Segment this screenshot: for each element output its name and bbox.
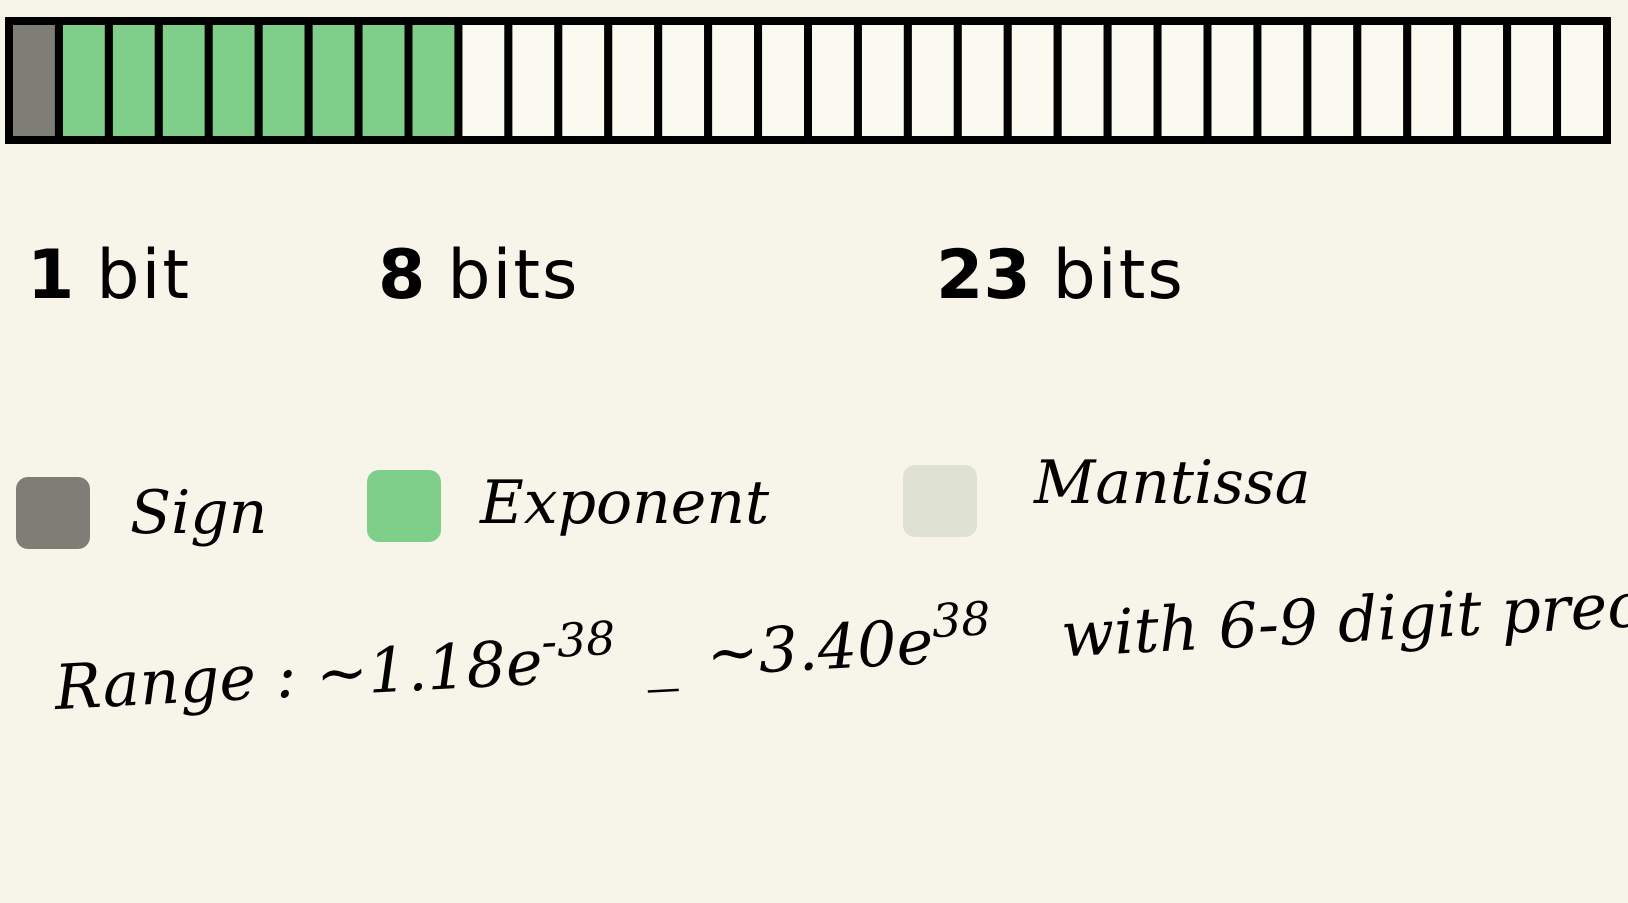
mantissa-bit-cell-25 (1253, 17, 1312, 144)
mantissa-bit-cell-26 (1303, 17, 1362, 144)
exponent-bit-cell-3 (154, 17, 213, 144)
exponent-bit-cell-5 (254, 17, 313, 144)
mantissa-legend-label: Mantissa (1034, 448, 1311, 518)
mantissa-bit-cell-15 (754, 17, 812, 144)
mantissa-bit-cell-30 (1503, 17, 1562, 144)
mantissa-bit-cell-12 (604, 17, 663, 144)
range-separator: _ (644, 618, 679, 694)
range-high-exponent: 38 (930, 591, 992, 649)
exponent-bit-cell-4 (204, 17, 263, 144)
sign-bit-cell-0 (5, 17, 63, 144)
range-low-exponent: -38 (539, 610, 617, 669)
range-low-base: ~1.18e (314, 625, 545, 711)
mantissa-bit-count-unit: bits (1052, 236, 1185, 315)
mantissa-bit-cell-14 (704, 17, 763, 144)
mantissa-bit-cell-31 (1553, 17, 1611, 144)
range-text: Range : ~1.18e-38 _ ~3.40e38 with 6-9 di… (52, 560, 1628, 790)
exponent-bit-count: 8 bits (378, 236, 579, 316)
sign-bit-count-number: 1 (27, 236, 75, 315)
mantissa-bit-cell-28 (1403, 17, 1462, 144)
mantissa-bit-count-number: 23 (936, 236, 1031, 315)
mantissa-bit-cell-27 (1353, 17, 1412, 144)
exponent-bit-cell-8 (404, 17, 463, 144)
sign-swatch (16, 477, 90, 549)
exponent-bit-cell-6 (304, 17, 363, 144)
mantissa-bit-cell-29 (1453, 17, 1512, 144)
sign-bit-count: 1 bit (27, 236, 191, 316)
mantissa-bit-count: 23 bits (936, 236, 1185, 316)
bit-layout-bar (5, 17, 1611, 144)
sign-bit-count-unit: bit (96, 236, 192, 315)
exponent-bit-cell-7 (354, 17, 413, 144)
exponent-swatch (367, 470, 441, 542)
mantissa-bit-cell-13 (654, 17, 713, 144)
mantissa-bit-cell-17 (853, 17, 912, 144)
range-high-base: ~3.40e (704, 605, 935, 690)
range-precision: with 6-9 digit precision (1059, 560, 1628, 672)
exponent-bit-count-unit: bits (447, 236, 580, 315)
exponent-bit-cell-1 (54, 17, 113, 144)
mantissa-bit-cell-22 (1103, 17, 1162, 144)
mantissa-bit-cell-10 (504, 17, 563, 144)
mantissa-bit-cell-20 (1003, 17, 1062, 144)
mantissa-bit-cell-23 (1153, 17, 1212, 144)
exponent-bit-count-number: 8 (378, 236, 426, 315)
sign-legend-label: Sign (130, 478, 268, 548)
mantissa-bit-cell-24 (1203, 17, 1262, 144)
bit-cells (5, 17, 1611, 144)
mantissa-bit-cell-9 (454, 17, 513, 144)
range-prefix: Range : (52, 638, 299, 725)
exponent-bit-cell-2 (104, 17, 163, 144)
mantissa-bit-cell-16 (804, 17, 862, 144)
mantissa-bit-cell-21 (1053, 17, 1112, 144)
mantissa-swatch (903, 465, 977, 537)
mantissa-bit-cell-18 (903, 17, 962, 144)
mantissa-bit-cell-19 (953, 17, 1012, 144)
mantissa-bit-cell-11 (554, 17, 613, 144)
exponent-legend-label: Exponent (480, 468, 770, 538)
